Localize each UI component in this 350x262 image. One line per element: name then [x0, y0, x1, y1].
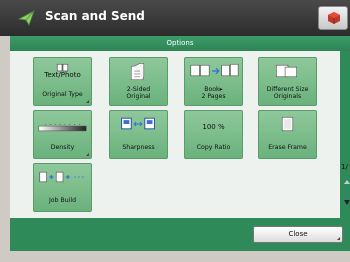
density-label: Density [50, 144, 75, 151]
density-button[interactable]: Density [33, 110, 92, 159]
sharpness-button[interactable]: Sharpness [109, 110, 168, 159]
cube-icon [328, 12, 340, 24]
send-arrow-icon [18, 10, 35, 26]
close-button-label: Close [288, 230, 308, 238]
copy-ratio-value: 100 % [202, 123, 225, 131]
two-sided-label-2: Original [126, 93, 151, 100]
more-corner-icon [86, 100, 89, 103]
scroll-up-icon[interactable] [344, 180, 350, 184]
different-size-icon [276, 64, 297, 78]
close-button[interactable]: Close [253, 226, 343, 243]
different-size-label-1: Different Size [266, 86, 309, 93]
book-label-1: Book▸ [204, 86, 223, 93]
different-size-label-2: Originals [273, 93, 302, 100]
page-indicator: 1/ [341, 163, 348, 171]
scroll-down-icon[interactable] [344, 200, 350, 205]
density-scale-icon [38, 124, 87, 132]
two-sided-icon [130, 63, 145, 81]
copy-ratio-label: Copy Ratio [196, 144, 231, 151]
erase-frame-label: Erase Frame [268, 144, 307, 151]
erase-frame-button[interactable]: Erase Frame [258, 110, 317, 159]
two-sided-label-1: 2-Sided [126, 86, 151, 93]
more-corner-icon [337, 237, 340, 240]
copy-ratio-button[interactable]: 100 % Copy Ratio [184, 110, 243, 159]
sharpness-icon [121, 117, 155, 130]
job-build-button[interactable]: Job Build [33, 163, 92, 212]
footer-bar: Close [10, 218, 350, 251]
original-type-value: Text/Photo [44, 71, 81, 79]
different-size-originals-button[interactable]: Different Size Originals [258, 57, 317, 106]
app-header: Scan and Send [0, 0, 350, 36]
more-corner-icon [86, 153, 89, 156]
main-menu-button[interactable] [318, 6, 348, 30]
book-label-2: 2 Pages [201, 93, 226, 100]
job-build-icon [39, 171, 84, 183]
two-sided-original-button[interactable]: 2-Sided Original [109, 57, 168, 106]
scan-and-send-screen: Scan and Send Options Text/Photo Origina… [0, 0, 350, 262]
app-title: Scan and Send [45, 9, 145, 23]
book-two-pages-button[interactable]: Book▸ 2 Pages [184, 57, 243, 106]
sharpness-label: Sharpness [122, 144, 155, 151]
erase-frame-icon [281, 116, 294, 132]
book-to-pages-icon [190, 63, 239, 77]
original-type-label: Original Type [42, 91, 83, 98]
panel-title: Options [10, 36, 350, 51]
job-build-label: Job Build [48, 197, 77, 204]
original-type-button[interactable]: Text/Photo Original Type [33, 57, 92, 106]
